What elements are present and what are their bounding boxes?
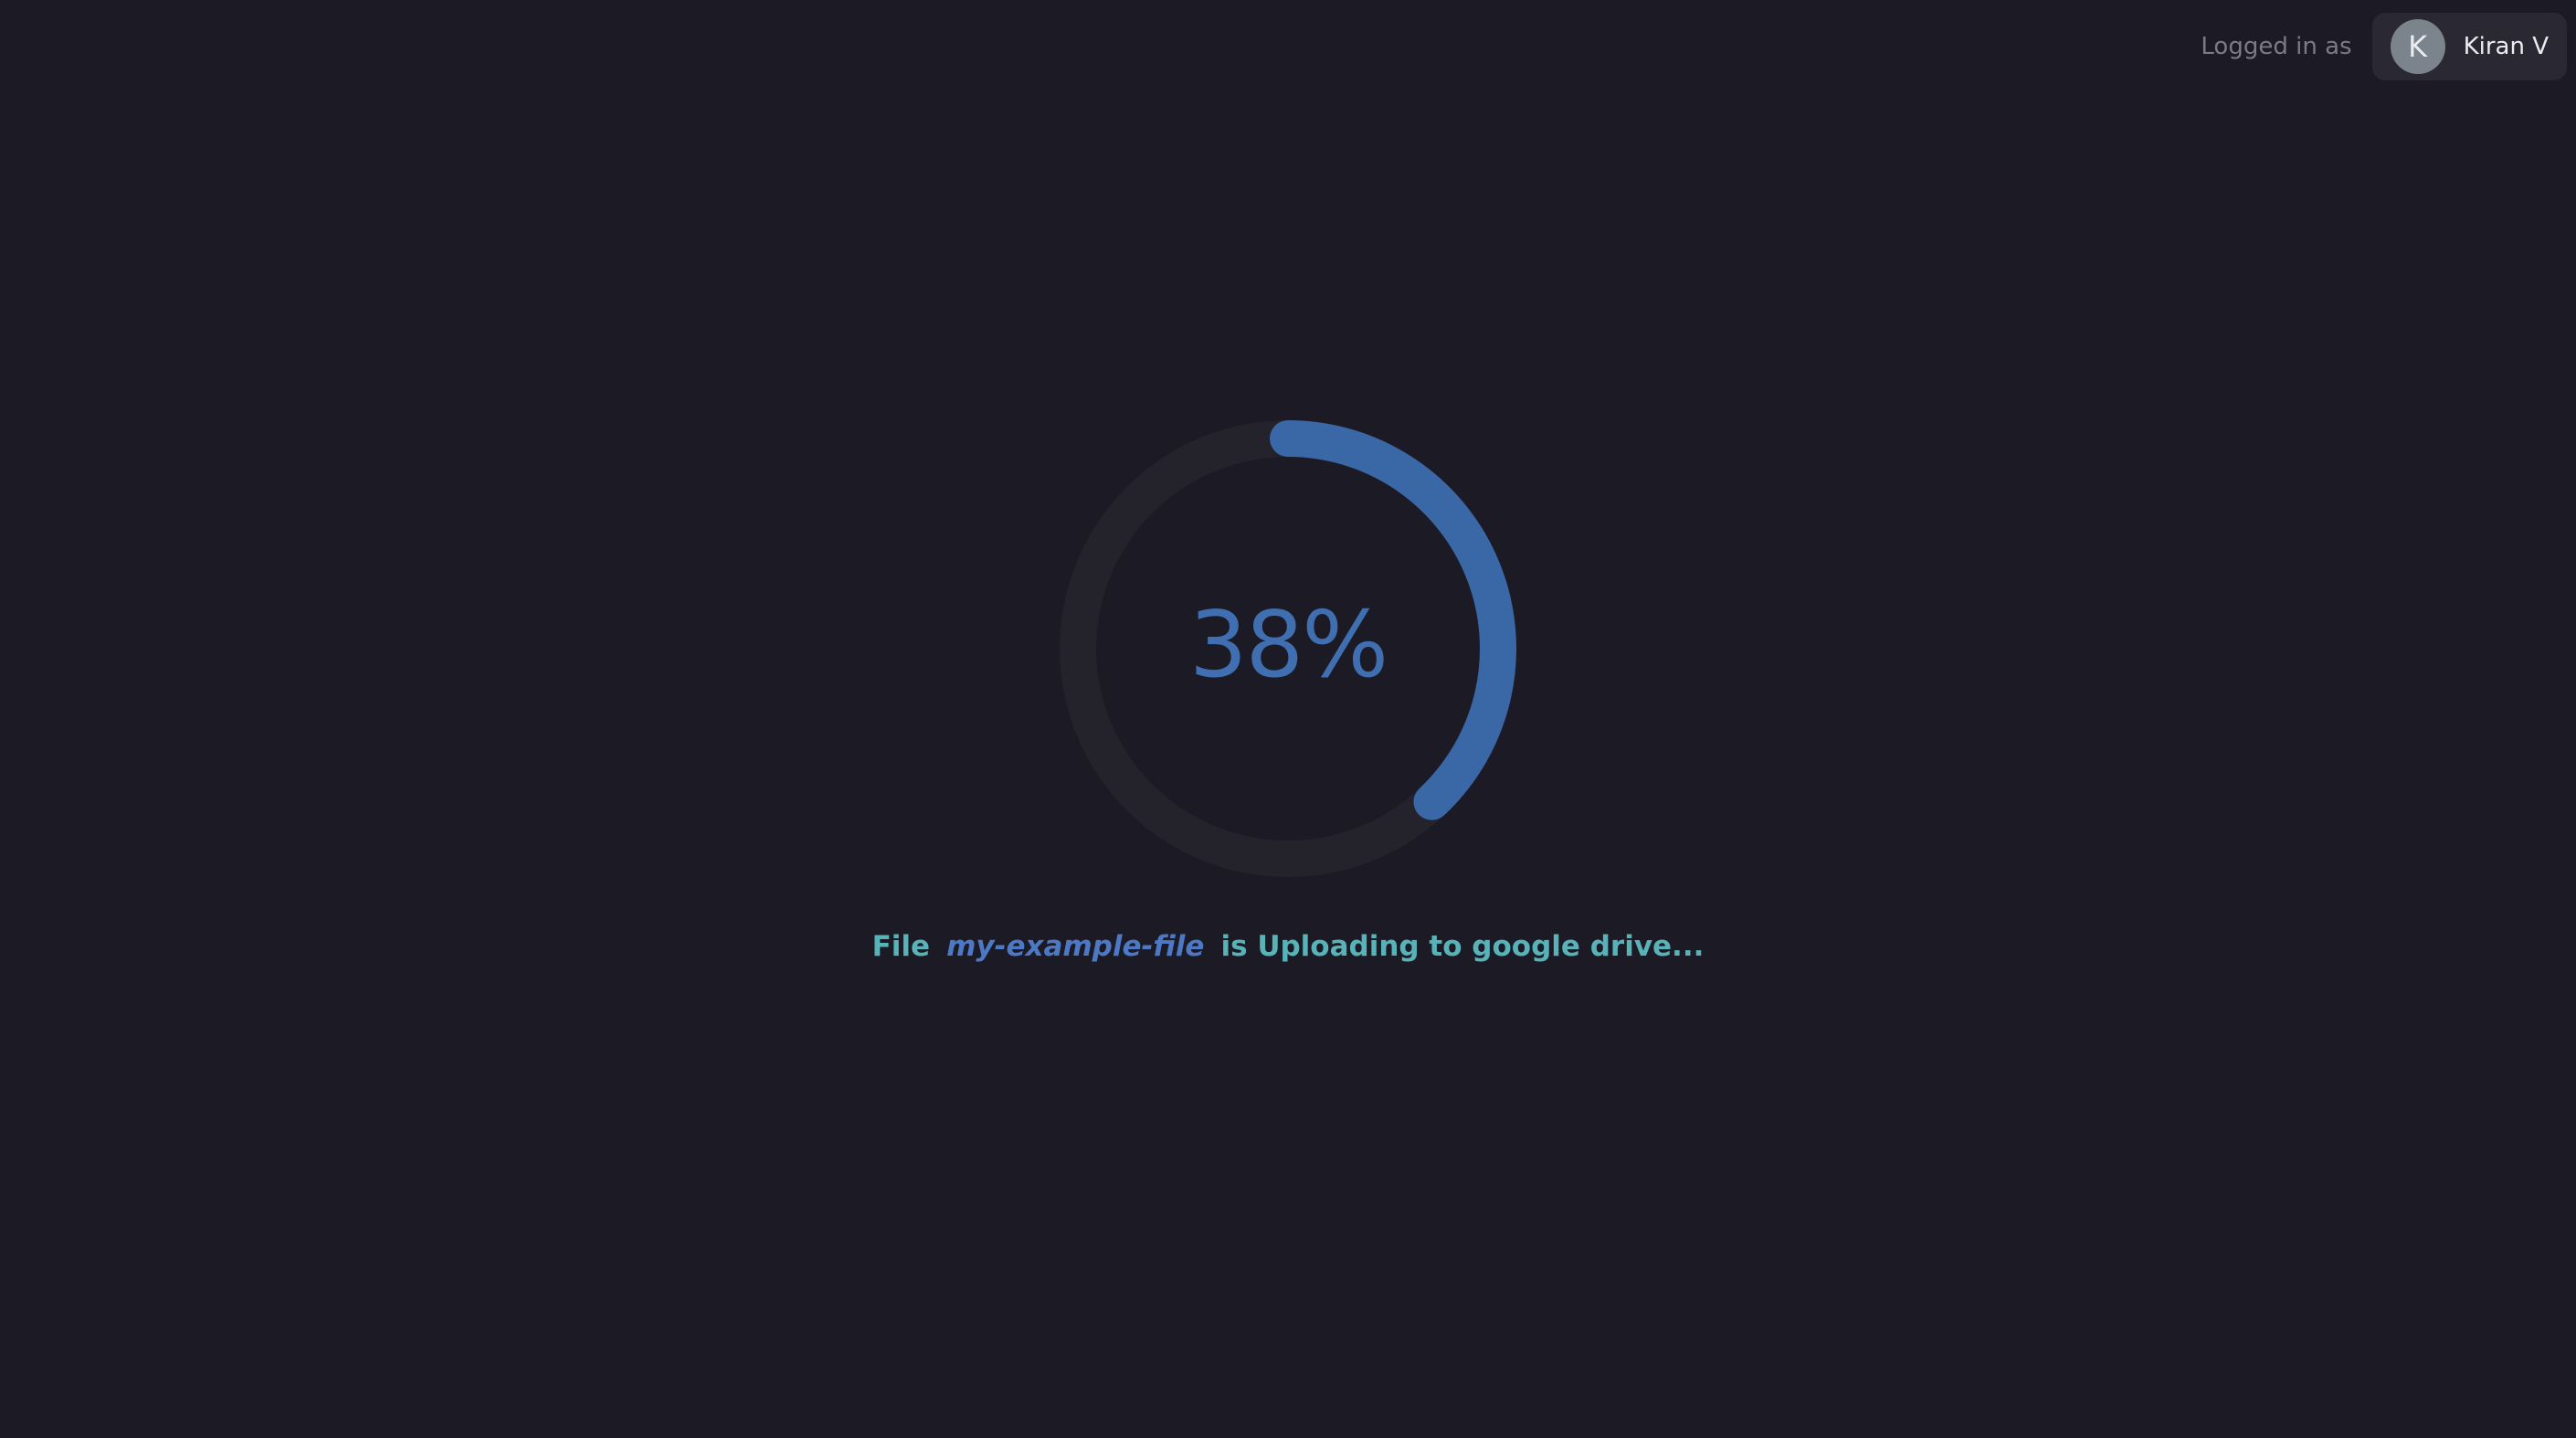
status-prefix: File (871, 930, 931, 963)
upload-progress: 38% (1060, 420, 1516, 877)
upload-page: Logged in as K Kiran V 38% File my-exampl… (0, 0, 2576, 1438)
user-area: Logged in as K Kiran V (2201, 13, 2567, 80)
file-name: my-example-file (946, 930, 1205, 963)
avatar: K (2390, 19, 2445, 74)
progress-percent: 38% (1188, 590, 1388, 698)
upload-status: File my-example-file is Uploading to googl… (0, 930, 2576, 963)
status-suffix: is Uploading to google drive... (1220, 930, 1705, 963)
user-name: Kiran V (2463, 33, 2549, 60)
user-chip[interactable]: K Kiran V (2371, 13, 2567, 80)
logged-in-label: Logged in as (2201, 33, 2352, 60)
